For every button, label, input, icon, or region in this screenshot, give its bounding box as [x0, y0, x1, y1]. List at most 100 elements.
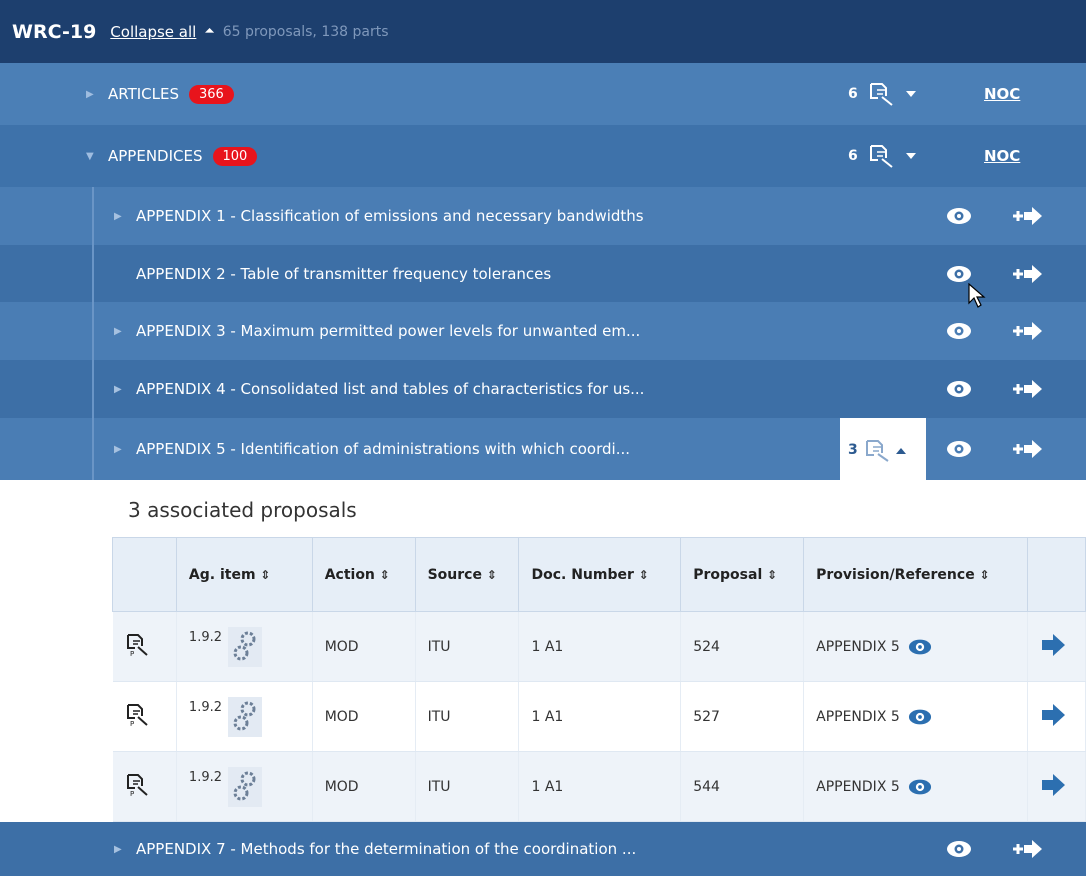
- eye-icon[interactable]: [946, 207, 972, 225]
- source-cell: ITU: [415, 611, 520, 682]
- source-cell: ITU: [415, 681, 520, 752]
- blank-header: [1026, 537, 1086, 612]
- caret-up-icon: [896, 448, 906, 454]
- section-appendices[interactable]: ▼ APPENDICES 100 6 NOC: [0, 125, 1086, 187]
- eye-icon[interactable]: [908, 638, 932, 656]
- document-icon: [866, 440, 889, 462]
- proposals-table: Ag. item ⇕ Action ⇕ Source ⇕ Doc. Number…: [112, 537, 1086, 822]
- proposals-toggle[interactable]: 3: [840, 418, 926, 480]
- add-arrow-icon[interactable]: [1010, 839, 1044, 859]
- eye-icon[interactable]: [908, 778, 932, 796]
- reference-text: APPENDIX 5: [816, 778, 900, 795]
- proposal-cell: 544: [680, 751, 805, 822]
- doc-pen-icon[interactable]: P: [112, 751, 177, 822]
- section-articles[interactable]: ▶ ARTICLES 366 6 NOC: [0, 63, 1086, 125]
- expand-triangle-icon[interactable]: ▶: [114, 384, 122, 395]
- column-header[interactable]: Doc. Number ⇕: [518, 537, 682, 612]
- eye-icon[interactable]: [908, 708, 932, 726]
- section-label: APPENDICES: [108, 146, 203, 165]
- go-arrow-icon[interactable]: [1027, 751, 1086, 822]
- eye-icon[interactable]: [946, 840, 972, 858]
- dropdown-caret-icon[interactable]: [906, 153, 916, 159]
- document-icon[interactable]: [868, 143, 896, 169]
- agenda-item: 1.9.2: [188, 699, 222, 715]
- doc-number-cell: 1 A1: [518, 611, 682, 682]
- add-arrow-icon[interactable]: [1010, 321, 1044, 341]
- section-label: ARTICLES: [108, 84, 180, 103]
- document-icon[interactable]: [868, 81, 896, 107]
- proposal-count: 6: [848, 86, 858, 102]
- gears-icon[interactable]: [228, 626, 263, 667]
- gears-icon[interactable]: [228, 696, 263, 737]
- gears-icon[interactable]: [228, 766, 263, 807]
- proposal-cell: 524: [680, 611, 805, 682]
- count-badge: 366: [189, 84, 234, 104]
- dropdown-caret-icon[interactable]: [906, 91, 916, 97]
- appendix-label: APPENDIX 7 - Methods for the determinati…: [136, 840, 637, 858]
- page-title: WRC-19: [12, 20, 97, 43]
- source-cell: ITU: [415, 751, 520, 822]
- noc-link[interactable]: NOC: [984, 147, 1020, 165]
- table-row[interactable]: P 1.9.2 MOD ITU 1 A1 527 APPENDIX 5: [112, 681, 1086, 752]
- appendix-row[interactable]: ▶ APPENDIX 1 - Classification of emissio…: [0, 187, 1086, 245]
- associated-proposals-title: 3 associated proposals: [128, 498, 357, 522]
- sort-icon: ⇕: [638, 567, 649, 582]
- agenda-item: 1.9.2: [188, 769, 222, 785]
- mouse-cursor-icon: [968, 283, 986, 308]
- expand-triangle-icon[interactable]: ▶: [114, 844, 122, 855]
- page-header: WRC-19 Collapse all ⏶ 65 proposals, 138 …: [0, 0, 1086, 63]
- expand-triangle-icon[interactable]: ▶: [114, 326, 122, 337]
- action-cell: MOD: [312, 751, 416, 822]
- appendix-label: APPENDIX 1 - Classification of emissions…: [136, 207, 644, 225]
- proposal-count: 6: [848, 148, 858, 164]
- appendix-row[interactable]: ▶ APPENDIX 3 - Maximum permitted power l…: [0, 302, 1086, 360]
- add-arrow-icon[interactable]: [1010, 439, 1044, 459]
- tree-guide-line: [92, 187, 94, 480]
- count-badge: 100: [212, 146, 258, 166]
- expand-triangle-icon[interactable]: ▶: [114, 211, 122, 222]
- column-header[interactable]: Provision/Reference ⇕: [803, 537, 1028, 612]
- sort-icon: ⇕: [260, 567, 271, 582]
- appendix-row[interactable]: ▶ APPENDIX 7 - Methods for the determina…: [0, 822, 1086, 876]
- go-arrow-icon[interactable]: [1027, 611, 1086, 682]
- add-arrow-icon[interactable]: [1010, 206, 1044, 226]
- column-header[interactable]: Source ⇕: [414, 537, 520, 612]
- column-header[interactable]: Action ⇕: [311, 537, 416, 612]
- add-arrow-icon[interactable]: [1010, 264, 1044, 284]
- noc-link[interactable]: NOC: [984, 85, 1020, 103]
- sort-icon: ⇕: [979, 567, 990, 582]
- go-arrow-icon[interactable]: [1027, 681, 1086, 752]
- svg-text:P: P: [130, 650, 134, 658]
- appendix-row[interactable]: APPENDIX 2 - Table of transmitter freque…: [0, 245, 1086, 303]
- collapse-triangle-icon[interactable]: ▼: [86, 151, 94, 162]
- eye-icon[interactable]: [946, 440, 972, 458]
- reference-text: APPENDIX 5: [816, 638, 900, 655]
- blank-header: [112, 537, 177, 612]
- double-chevron-up-icon[interactable]: ⏶: [204, 24, 214, 39]
- table-row[interactable]: P 1.9.2 MOD ITU 1 A1 524 APPENDIX 5: [112, 611, 1086, 682]
- expand-triangle-icon[interactable]: ▶: [86, 89, 94, 100]
- expand-triangle-icon[interactable]: ▶: [114, 444, 122, 455]
- column-header[interactable]: Proposal ⇕: [680, 537, 805, 612]
- eye-icon[interactable]: [946, 265, 972, 283]
- svg-text:P: P: [130, 720, 134, 728]
- appendix-label: APPENDIX 4 - Consolidated list and table…: [136, 380, 645, 398]
- doc-pen-icon[interactable]: P: [112, 611, 177, 682]
- eye-icon[interactable]: [946, 322, 972, 340]
- appendix-label: APPENDIX 5 - Identification of administr…: [136, 440, 630, 458]
- proposal-summary: 65 proposals, 138 parts: [222, 23, 389, 40]
- reference-text: APPENDIX 5: [816, 708, 900, 725]
- sort-icon: ⇕: [379, 567, 390, 582]
- doc-number-cell: 1 A1: [518, 751, 682, 822]
- table-row[interactable]: P 1.9.2 MOD ITU 1 A1 544 APPENDIX 5: [112, 751, 1086, 822]
- doc-pen-icon[interactable]: P: [112, 681, 177, 752]
- column-header[interactable]: Ag. item ⇕: [175, 537, 313, 612]
- collapse-all-link[interactable]: Collapse all: [110, 23, 196, 41]
- doc-number-cell: 1 A1: [518, 681, 682, 752]
- eye-icon[interactable]: [946, 380, 972, 398]
- sort-icon: ⇕: [486, 567, 497, 582]
- add-arrow-icon[interactable]: [1010, 379, 1044, 399]
- action-cell: MOD: [312, 681, 416, 752]
- appendix-label: APPENDIX 2 - Table of transmitter freque…: [136, 265, 552, 283]
- appendix-row[interactable]: ▶ APPENDIX 4 - Consolidated list and tab…: [0, 360, 1086, 418]
